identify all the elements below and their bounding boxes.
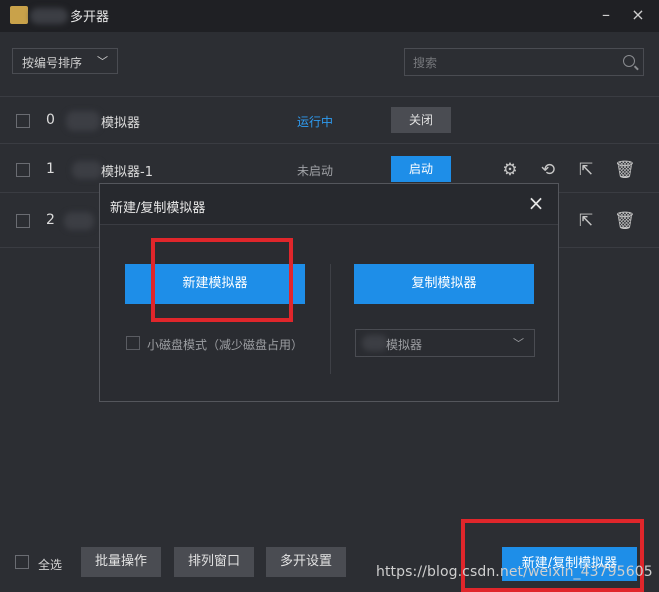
- dialog-header: 新建/复制模拟器 ×: [100, 184, 558, 225]
- copy-emulator-button[interactable]: 复制模拟器: [354, 264, 534, 304]
- search-input[interactable]: [411, 53, 615, 73]
- external-link-icon[interactable]: ⇱: [576, 160, 596, 180]
- small-disk-label: 小磁盘模式（减少磁盘占用）: [147, 338, 304, 352]
- copy-source-value: 模拟器: [386, 338, 423, 352]
- blurred-app-name: [30, 8, 68, 24]
- trash-icon[interactable]: 🗑: [614, 211, 636, 231]
- blurred-source-prefix: [362, 335, 388, 351]
- row-checkbox[interactable]: [16, 214, 30, 228]
- close-window-icon[interactable]: ×: [628, 5, 648, 25]
- dialog-divider: [330, 264, 331, 374]
- history-icon[interactable]: ⟲: [538, 160, 558, 180]
- close-emulator-button[interactable]: 关闭: [391, 107, 451, 133]
- row-checkbox[interactable]: [16, 114, 30, 128]
- row-index: 1: [46, 161, 55, 177]
- chevron-down-icon: ﹀: [513, 337, 524, 350]
- row-index: 2: [46, 212, 55, 228]
- row-index: 0: [46, 112, 55, 128]
- blurred-name-prefix: [66, 111, 100, 131]
- row-checkbox[interactable]: [16, 163, 30, 177]
- trash-icon[interactable]: 🗑: [614, 160, 636, 180]
- sort-dropdown[interactable]: 按编号排序 ﹀: [12, 48, 118, 74]
- blurred-name-prefix: [72, 161, 102, 179]
- close-icon[interactable]: ×: [526, 193, 546, 213]
- highlight-box-new: [151, 238, 293, 322]
- blurred-name-prefix: [64, 212, 94, 230]
- chevron-down-icon: ﹀: [97, 55, 108, 68]
- row-name: 模拟器: [101, 116, 141, 131]
- search-box[interactable]: [404, 48, 644, 76]
- small-disk-checkbox[interactable]: [126, 336, 140, 350]
- list-item: 0 模拟器 运行中 关闭: [0, 96, 659, 144]
- external-link-icon[interactable]: ⇱: [576, 211, 596, 231]
- arrange-windows-button[interactable]: 排列窗口: [174, 547, 254, 577]
- app-logo-icon: [10, 6, 28, 24]
- watermark-url: https://blog.csdn.net/weixin_43795605: [376, 564, 653, 580]
- title-bar: 多开器 – ×: [0, 0, 659, 32]
- minimize-icon[interactable]: –: [596, 5, 616, 25]
- multi-settings-button[interactable]: 多开设置: [266, 547, 346, 577]
- select-all-checkbox[interactable]: [15, 555, 29, 569]
- dialog-title: 新建/复制模拟器: [110, 201, 206, 216]
- search-icon[interactable]: [623, 55, 635, 67]
- row-status: 运行中: [297, 115, 334, 129]
- start-emulator-button[interactable]: 启动: [391, 156, 451, 182]
- row-status: 未启动: [297, 164, 334, 178]
- gear-icon[interactable]: ⚙: [500, 160, 520, 180]
- copy-source-dropdown[interactable]: 模拟器 ﹀: [355, 329, 535, 357]
- batch-operation-button[interactable]: 批量操作: [81, 547, 161, 577]
- row-name: 模拟器-1: [101, 165, 153, 180]
- select-all-label: 全选: [38, 558, 63, 572]
- app-title: 多开器: [70, 10, 110, 25]
- sort-dropdown-label: 按编号排序: [22, 56, 83, 70]
